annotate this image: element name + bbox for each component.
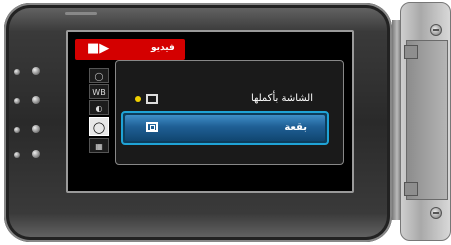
side-led-4 [14,152,20,158]
spot-icon [146,122,158,132]
option-full-screen-label: الشاشة بأكملها [250,93,313,104]
side-button-2[interactable] [32,96,40,104]
side-led-2 [14,98,20,104]
side-led-3 [14,127,20,133]
full-screen-icon [146,94,158,104]
option-spot[interactable]: بقعة [121,111,329,145]
hinge-notch-bottom [404,182,418,196]
hinge-notch-top [404,45,418,59]
side-button-3[interactable] [32,125,40,133]
tab-video[interactable]: ■▶ فيديو [75,39,185,60]
backlight-icon[interactable]: ◐ [89,100,109,115]
white-balance-icon[interactable]: WB [89,84,109,99]
screw-bottom-icon [430,207,442,219]
tab-video-label: فيديو [151,43,175,53]
side-button-1[interactable] [32,67,40,75]
camera-icon: ■▶ [87,41,110,56]
metering-area-icon[interactable]: ◯ [89,117,109,136]
option-full-screen[interactable]: الشاشة بأكملها [135,91,325,109]
side-button-4[interactable] [32,150,40,158]
speaker-slot [65,12,97,15]
selected-marker [135,96,141,102]
lcd-panel-inner [406,40,448,200]
screw-top-icon [430,24,442,36]
scene-icon[interactable]: ▦ [89,138,109,153]
option-spot-label: بقعة [284,122,307,133]
menu-sidebar: ◯ WB ◐ ◯ ▦ [89,62,111,166]
side-led-1 [14,69,20,75]
stabilizer-icon[interactable]: ◯ [89,68,109,83]
